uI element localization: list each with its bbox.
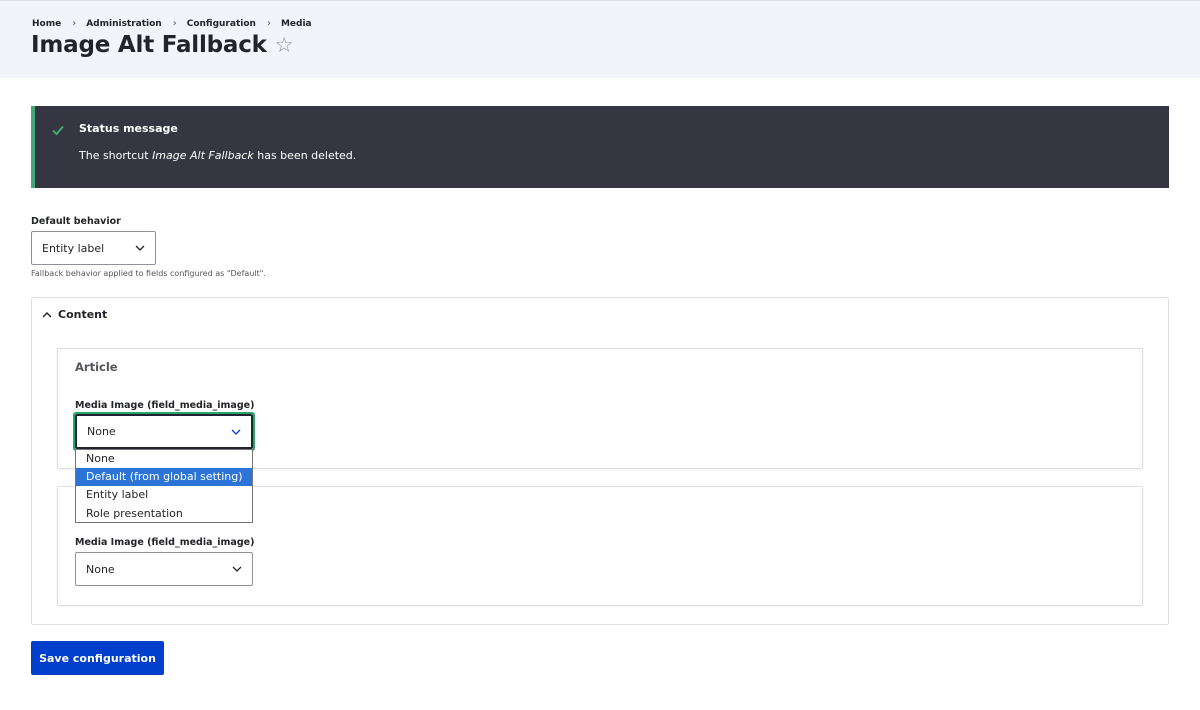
chevron-down-icon bbox=[231, 429, 241, 435]
default-behavior-select[interactable]: Entity label bbox=[31, 231, 156, 265]
chevron-down-icon bbox=[232, 566, 242, 572]
dropdown-option-none[interactable]: None bbox=[76, 450, 252, 468]
page-title: Image Alt Fallback ☆ bbox=[31, 32, 294, 58]
article-media-image-label: Media Image (field_media_image) bbox=[75, 400, 255, 411]
breadcrumb-separator-icon: › bbox=[72, 18, 77, 29]
media-image-dropdown-list: None Default (from global setting) Entit… bbox=[75, 449, 253, 523]
breadcrumb: Home › Administration › Configuration › … bbox=[32, 18, 312, 29]
save-configuration-button[interactable]: Save configuration bbox=[31, 641, 164, 675]
status-text-prefix: The shortcut bbox=[79, 149, 153, 162]
second-media-image-value: None bbox=[86, 562, 115, 576]
default-behavior-value: Entity label bbox=[42, 241, 105, 255]
dropdown-option-default[interactable]: Default (from global setting) bbox=[76, 468, 252, 487]
status-message: Status message The shortcut Image Alt Fa… bbox=[31, 106, 1169, 188]
status-text-suffix: has been deleted. bbox=[253, 149, 357, 162]
page-header: Home › Administration › Configuration › … bbox=[0, 0, 1200, 78]
status-text-shortcut-name: Image Alt Fallback bbox=[152, 149, 254, 162]
breadcrumb-link-home[interactable]: Home bbox=[32, 19, 61, 29]
default-behavior-description: Fallback behavior applied to fields conf… bbox=[31, 269, 266, 278]
content-summary[interactable]: Content bbox=[42, 308, 107, 321]
default-behavior-label: Default behavior bbox=[31, 216, 121, 227]
dropdown-option-entity-label[interactable]: Entity label bbox=[76, 486, 252, 504]
content-summary-label: Content bbox=[58, 308, 108, 321]
breadcrumb-link-media[interactable]: Media bbox=[281, 19, 312, 29]
breadcrumb-separator-icon: › bbox=[266, 18, 271, 29]
page-title-text: Image Alt Fallback bbox=[31, 32, 267, 58]
second-media-image-select[interactable]: None bbox=[75, 552, 253, 586]
article-media-image-select[interactable]: None bbox=[75, 414, 253, 449]
article-fieldset-legend: Article bbox=[75, 360, 118, 374]
breadcrumb-link-configuration[interactable]: Configuration bbox=[187, 19, 256, 29]
status-title: Status message bbox=[79, 122, 178, 135]
second-media-image-label: Media Image (field_media_image) bbox=[75, 537, 255, 548]
dropdown-option-role-presentation[interactable]: Role presentation bbox=[76, 505, 252, 523]
chevron-down-icon bbox=[135, 245, 145, 251]
status-text: The shortcut Image Alt Fallback has been… bbox=[79, 149, 356, 162]
article-media-image-value: None bbox=[87, 425, 116, 438]
chevron-up-icon bbox=[42, 312, 52, 318]
breadcrumb-separator-icon: › bbox=[172, 18, 177, 29]
breadcrumb-link-administration[interactable]: Administration bbox=[86, 19, 162, 29]
star-icon[interactable]: ☆ bbox=[275, 34, 294, 56]
check-icon bbox=[52, 125, 64, 136]
